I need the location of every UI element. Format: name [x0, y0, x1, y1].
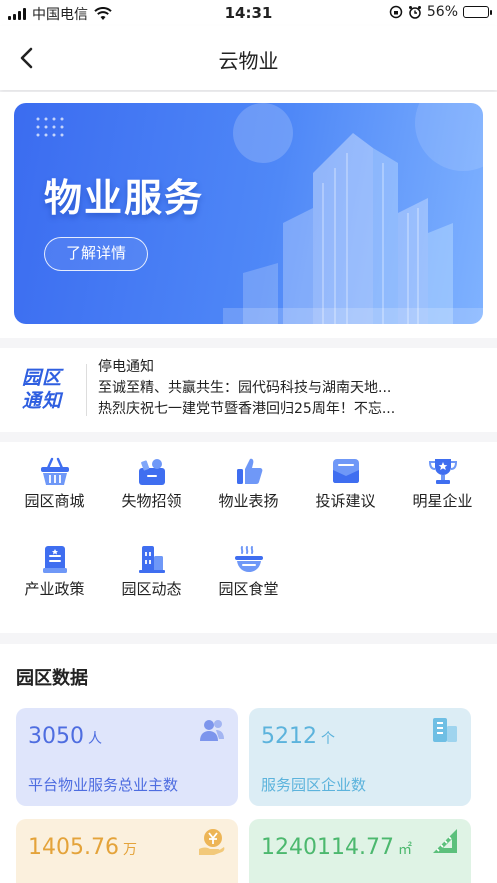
stat-card-owners[interactable]: 3050 人 平台物业服务总业主数 — [16, 708, 238, 806]
notice-item[interactable]: 停电通知 — [98, 357, 488, 378]
ruler-icon — [433, 829, 457, 853]
battery-icon — [463, 6, 492, 18]
stat-value: 1405.76 — [28, 835, 119, 860]
basket-icon — [40, 457, 69, 485]
stat-value: 3050 — [28, 724, 84, 749]
stat-unit: ㎡ — [397, 842, 412, 858]
banner-section: 物业服务 了解详情 — [0, 92, 497, 338]
banner-details-button[interactable]: 了解详情 — [44, 237, 148, 271]
menu-item-label: 园区动态 — [121, 580, 182, 598]
alarm-icon — [408, 6, 421, 19]
service-menu: 园区商城 失物招领 物业表扬 投诉建议 明星企业 产业政策 园区动态 园区食堂 — [0, 442, 497, 633]
stat-unit: 万 — [122, 842, 137, 858]
park-data-section: 园区数据 3050 人 平台物业服务总业主数 5212 个 服务园区企业数 1405… — [0, 644, 497, 883]
stat-value: 5212 — [261, 724, 317, 749]
lost-found-icon — [138, 459, 165, 485]
bowl-icon — [234, 546, 263, 572]
city-buildings-illustration — [223, 103, 483, 324]
menu-item-policy[interactable]: 产业政策 — [6, 544, 103, 599]
stat-label: 服务园区企业数 — [261, 776, 367, 794]
menu-item-star-company[interactable]: 明星企业 — [394, 456, 491, 511]
menu-item-lost-found[interactable]: 失物招领 — [103, 456, 200, 511]
dot-pattern — [36, 117, 64, 137]
building-icon — [433, 718, 457, 742]
menu-item-label: 产业政策 — [24, 580, 85, 598]
notice-logo-line2: 通知 — [22, 390, 63, 412]
page-title: 云物业 — [218, 49, 279, 73]
menu-item-label: 物业表扬 — [218, 492, 279, 510]
stat-unit: 人 — [88, 731, 102, 747]
thumbs-up-icon — [236, 458, 262, 484]
menu-item-canteen[interactable]: 园区食堂 — [200, 544, 297, 599]
banner[interactable]: 物业服务 了解详情 — [14, 103, 483, 324]
menu-item-mall[interactable]: 园区商城 — [6, 456, 103, 511]
park-notice[interactable]: 园区 通知 停电通知 至诚至精、共赢共生：园代码科技与湖南天地... 热烈庆祝七… — [0, 348, 497, 432]
notice-item[interactable]: 至诚至精、共赢共生：园代码科技与湖南天地... — [98, 378, 488, 399]
stat-label: 平台物业服务总业主数 — [28, 776, 179, 794]
menu-item-label: 园区商城 — [24, 492, 85, 510]
menu-item-label: 明星企业 — [412, 492, 473, 510]
battery-percent: 56% — [426, 4, 458, 20]
menu-item-news[interactable]: 园区动态 — [103, 544, 200, 599]
menu-item-label: 失物招领 — [121, 492, 182, 510]
trophy-icon — [428, 459, 457, 484]
menu-item-label: 园区食堂 — [218, 580, 279, 598]
stat-value: 1240114.77 — [261, 835, 394, 860]
notice-logo-line1: 园区 — [22, 367, 63, 389]
section-title: 园区数据 — [16, 668, 88, 689]
stat-card-amount[interactable]: 1405.76 万 — [16, 819, 238, 883]
status-bar: 中国电信 14:31 56% — [0, 0, 497, 26]
users-icon — [200, 720, 224, 741]
document-icon — [42, 546, 67, 573]
stat-card-companies[interactable]: 5212 个 服务园区企业数 — [249, 708, 471, 806]
buildings-icon — [138, 546, 165, 573]
notice-item[interactable]: 热烈庆祝七一建党节暨香港回归25周年！不忘... — [98, 399, 488, 420]
notice-divider — [86, 364, 87, 416]
menu-item-praise[interactable]: 物业表扬 — [200, 456, 297, 511]
stat-card-area[interactable]: 1240114.77 ㎡ — [249, 819, 471, 883]
banner-title: 物业服务 — [44, 176, 205, 220]
orientation-lock-icon — [389, 5, 403, 19]
nav-bar: 云物业 — [0, 26, 497, 90]
stat-unit: 个 — [321, 731, 335, 747]
yuan-hand-icon — [199, 829, 225, 855]
menu-item-label: 投诉建议 — [315, 492, 376, 510]
menu-item-complaint[interactable]: 投诉建议 — [297, 456, 394, 511]
mail-icon — [332, 459, 359, 483]
park-notice-logo: 园区 通知 — [22, 367, 76, 413]
